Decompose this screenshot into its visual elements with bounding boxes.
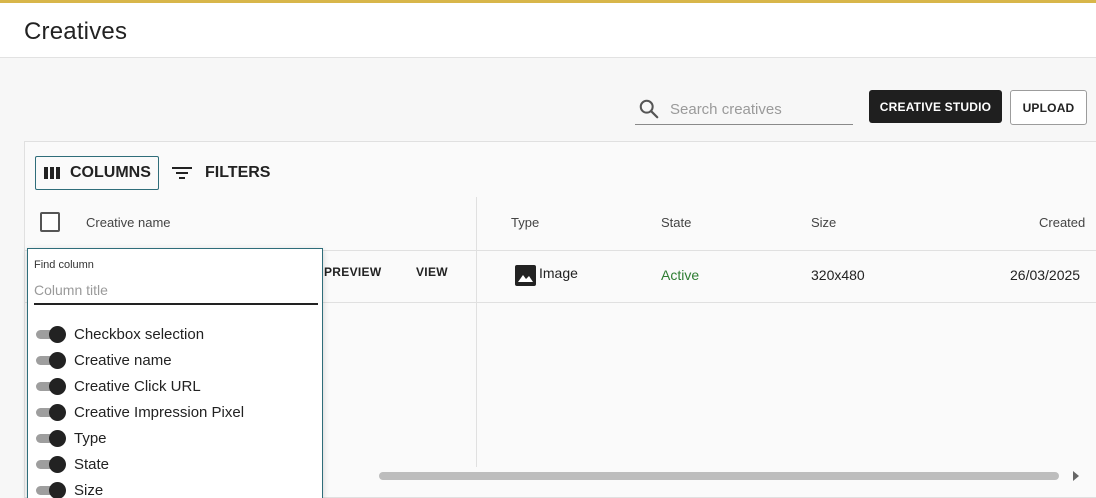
filters-button-label: FILTERS bbox=[205, 164, 271, 181]
columns-button[interactable]: COLUMNS bbox=[35, 156, 159, 190]
column-toggle-item[interactable]: Creative name bbox=[36, 347, 316, 373]
columns-icon bbox=[44, 167, 60, 179]
toggle-switch[interactable] bbox=[36, 456, 66, 473]
column-toggle-item[interactable]: Creative Click URL bbox=[36, 373, 316, 399]
column-toggle-item[interactable]: Type bbox=[36, 425, 316, 451]
column-toggle-item[interactable]: Checkbox selection bbox=[36, 321, 316, 347]
pinned-column-divider bbox=[476, 197, 477, 467]
column-toggle-item[interactable]: State bbox=[36, 451, 316, 477]
cell-size: 320x480 bbox=[811, 267, 865, 283]
column-toggle-label: Type bbox=[74, 429, 107, 447]
toggle-switch[interactable] bbox=[36, 326, 66, 343]
column-header-created[interactable]: Created bbox=[1039, 215, 1085, 230]
grid-header-row: Creative name Type State Size Created bbox=[25, 197, 1096, 251]
column-toggle-label: Creative Impression Pixel bbox=[74, 403, 245, 421]
preview-link[interactable]: PREVIEW bbox=[324, 265, 381, 279]
column-toggle-label: Size bbox=[74, 481, 104, 498]
image-icon bbox=[515, 265, 536, 286]
page-header: Creatives bbox=[0, 3, 1096, 58]
column-header-size[interactable]: Size bbox=[811, 215, 836, 230]
column-header-state[interactable]: State bbox=[661, 215, 691, 230]
column-header-type[interactable]: Type bbox=[511, 215, 539, 230]
cell-type: Image bbox=[539, 265, 578, 281]
toggle-switch[interactable] bbox=[36, 404, 66, 421]
column-toggle-label: Creative name bbox=[74, 351, 172, 369]
scroll-right-icon[interactable] bbox=[1073, 471, 1079, 481]
column-toggle-label: Checkbox selection bbox=[74, 325, 205, 343]
columns-button-label: COLUMNS bbox=[70, 164, 151, 181]
page-title: Creatives bbox=[24, 18, 128, 45]
column-toggle-item[interactable]: Size bbox=[36, 477, 316, 498]
cell-state: Active bbox=[661, 267, 700, 283]
find-column-label: Find column bbox=[34, 259, 94, 271]
toggle-switch[interactable] bbox=[36, 430, 66, 447]
view-link[interactable]: VIEW bbox=[416, 265, 448, 279]
toggle-switch[interactable] bbox=[36, 352, 66, 369]
toggle-switch[interactable] bbox=[36, 482, 66, 498]
column-toggle-label: State bbox=[74, 455, 110, 473]
search-input[interactable] bbox=[670, 98, 848, 120]
column-toggle-list: Checkbox selection Creative name Creativ… bbox=[36, 321, 316, 498]
column-header-creative-name[interactable]: Creative name bbox=[86, 215, 171, 230]
filters-button[interactable]: FILTERS bbox=[169, 156, 279, 190]
cell-created: 26/03/2025 bbox=[1010, 267, 1081, 283]
toggle-switch[interactable] bbox=[36, 378, 66, 395]
column-toggle-label: Creative Click URL bbox=[74, 377, 201, 395]
columns-panel: Find column Checkbox selection Creative … bbox=[27, 248, 323, 498]
column-toggle-item[interactable]: Creative Impression Pixel bbox=[36, 399, 316, 425]
find-column-input[interactable] bbox=[34, 277, 318, 305]
search-icon bbox=[639, 99, 659, 119]
filter-icon bbox=[169, 163, 195, 183]
select-all-checkbox[interactable] bbox=[40, 212, 60, 232]
upload-button[interactable]: UPLOAD bbox=[1010, 90, 1087, 125]
search-field[interactable] bbox=[635, 94, 853, 125]
creative-studio-button[interactable]: CREATIVE STUDIO bbox=[869, 90, 1002, 123]
horizontal-scrollbar[interactable] bbox=[379, 472, 1059, 480]
